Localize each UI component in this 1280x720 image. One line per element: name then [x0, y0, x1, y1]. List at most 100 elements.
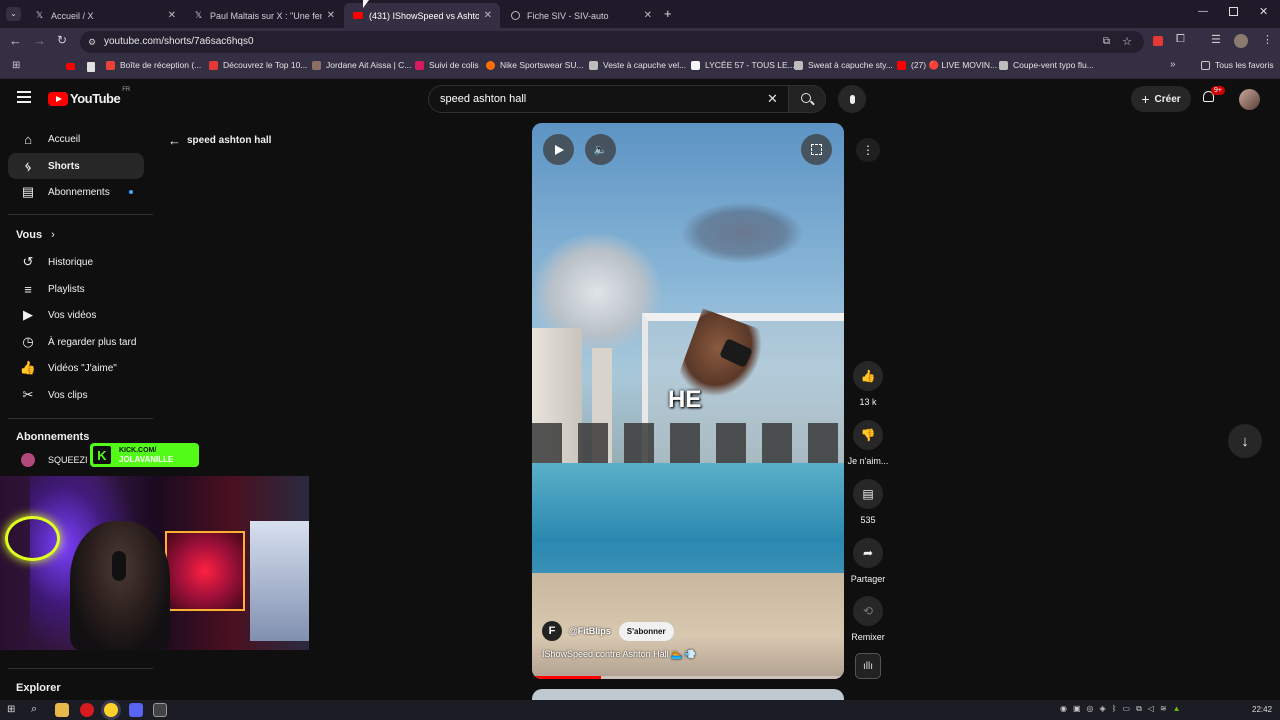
wifi-icon: ≋ — [1159, 704, 1167, 713]
sidebar-item-your-videos[interactable]: ▶ Vos vidéos — [8, 302, 144, 328]
bookmark-item[interactable]: Découvrez le Top 10... — [209, 60, 307, 70]
close-icon[interactable]: ✕ — [168, 10, 176, 21]
profile-avatar[interactable] — [1234, 34, 1248, 48]
bookmark-item[interactable]: (27) 🔴 LIVE MOVIN... — [897, 60, 997, 71]
install-app-icon[interactable]: ⧉ — [1103, 31, 1110, 53]
streamer-silhouette — [70, 521, 170, 650]
bookmark-item[interactable]: Jordane Ait Aissa | C... — [312, 60, 411, 70]
search-icon[interactable]: ⌕ — [31, 703, 37, 716]
bookmark-item[interactable]: Boîte de réception (... — [106, 60, 201, 70]
like-button[interactable]: 👍 13 k — [838, 361, 898, 407]
sidebar-item-clips[interactable]: ✂ Vos clips — [8, 382, 144, 408]
remix-button[interactable]: ⟲ Remixer — [838, 596, 898, 642]
close-icon[interactable]: ✕ — [327, 10, 335, 21]
bookmark-item[interactable]: Suivi de colis — [415, 60, 479, 70]
close-icon[interactable]: ✕ — [644, 10, 652, 21]
fullscreen-button[interactable] — [801, 134, 832, 165]
your-videos-icon: ▶ — [23, 307, 33, 322]
bookmark-youtube-icon[interactable] — [66, 63, 75, 70]
tab-search-button[interactable]: ⌄ — [6, 7, 21, 21]
minimize-window-button[interactable]: — — [1198, 6, 1208, 17]
bookmark-star-icon[interactable]: ☆ — [1122, 31, 1132, 53]
sidebar-divider — [8, 418, 153, 419]
play-button[interactable] — [543, 134, 574, 165]
comments-button[interactable]: ▤ 535 — [838, 479, 898, 525]
chrome-icon[interactable] — [104, 703, 118, 717]
voice-search-button[interactable] — [838, 85, 866, 113]
extensions-puzzle-icon[interactable]: ⧠ — [1176, 33, 1185, 46]
playlists-icon: ≡ — [24, 281, 32, 297]
bookmark-item[interactable]: Sweat à capuche sty... — [794, 60, 893, 70]
all-bookmarks[interactable]: Tous les favoris — [1201, 60, 1274, 70]
sidebar-item-liked-videos[interactable]: 👍 Vidéos "J'aime" — [8, 355, 144, 381]
next-short-button[interactable]: ↓ — [1228, 424, 1262, 458]
sidebar-item-playlists[interactable]: ≡ Playlists — [8, 276, 144, 302]
file-explorer-icon[interactable] — [55, 703, 69, 717]
browser-tab-siv[interactable]: Fiche SIV - SIV-auto ✕ — [502, 3, 660, 28]
sound-thumbnail[interactable]: ıllı — [855, 653, 881, 679]
create-button[interactable]: + Créer — [1131, 86, 1191, 112]
search-button[interactable] — [788, 85, 826, 113]
close-icon[interactable]: ✕ — [484, 10, 492, 21]
sidebar-item-watch-later[interactable]: ◷ À regarder plus tard — [8, 329, 144, 355]
app-icon[interactable] — [153, 703, 167, 717]
clock[interactable]: 22:42 — [1252, 705, 1272, 714]
browser-tab-paul-maltais[interactable]: 𝕏 Paul Maltais sur X : "Une femme ✕ — [185, 3, 343, 28]
subscribe-button[interactable]: S'abonner — [618, 621, 674, 641]
clear-search-icon[interactable]: ✕ — [767, 86, 778, 112]
site-icon — [312, 60, 321, 70]
apps-grid-icon[interactable]: ⊞ — [12, 60, 20, 71]
kick-overlay-badge: K KICK.COM/ JOLAVANILLE — [90, 443, 199, 467]
site-icon — [794, 60, 803, 70]
monitor — [250, 521, 309, 641]
bookmark-item[interactable]: Veste à capuche vel... — [589, 60, 686, 70]
new-tab-button[interactable]: + — [664, 6, 672, 21]
share-button[interactable]: ➦ Partager — [838, 538, 898, 584]
nvidia-icon: ▲ — [1172, 704, 1181, 713]
sidebar-item-shorts[interactable]: ᛃ Shorts — [8, 153, 144, 179]
windows-start-icon[interactable]: ⊞ — [7, 704, 15, 715]
url-field[interactable]: ⚙ youtube.com/shorts/7a6sac6hqs0 ⧉ ☆ — [80, 31, 1144, 53]
system-tray[interactable]: ◉ ▣ ◎ ◈ ᛒ ▭ ⧉ ◁ ≋ ▲ — [1060, 704, 1181, 714]
sidebar-divider — [8, 668, 153, 669]
channel-avatar[interactable]: F — [542, 621, 562, 641]
notifications-button[interactable]: 9+ — [1203, 86, 1225, 105]
forward-arrow-icon[interactable]: → — [33, 33, 46, 48]
bookmark-docs-icon[interactable] — [87, 62, 95, 72]
sidebar-item-history[interactable]: ↺ Historique — [8, 249, 144, 275]
search-input[interactable]: speed ashton hall ✕ — [428, 85, 790, 113]
avatar[interactable] — [1239, 89, 1260, 110]
sidebar-item-subscriptions[interactable]: ▤ Abonnements — [8, 179, 144, 205]
site-info-icon[interactable]: ⚙ — [88, 31, 96, 53]
reading-list-icon[interactable]: ☰ — [1211, 33, 1221, 46]
bookmark-item[interactable]: LYCÉE 57 - TOUS LE... — [691, 60, 795, 70]
browser-menu-icon[interactable]: ⋮ — [1262, 33, 1273, 46]
bookmark-item[interactable]: Coupe-vent typo flu... — [999, 60, 1094, 70]
sidebar-you-heading[interactable]: Vous › — [16, 229, 55, 241]
discord-icon[interactable] — [129, 703, 143, 717]
short-title[interactable]: IShowSpeed contre Ashton Hall 🏊 💨 — [542, 649, 696, 660]
back-to-search-link[interactable]: ← speed ashton hall — [168, 133, 271, 148]
bluetooth-icon: ᛒ — [1111, 704, 1117, 713]
more-options-button[interactable]: ⋮ — [856, 138, 880, 162]
channel-name[interactable]: @FitBlips — [569, 626, 611, 636]
close-window-button[interactable]: ✕ — [1259, 5, 1268, 18]
browser-toolbar: ← → ↻ ⚙ youtube.com/shorts/7a6sac6hqs0 ⧉… — [0, 28, 1280, 55]
opera-icon[interactable] — [80, 703, 94, 717]
windows-taskbar: ⊞ ⌕ ◉ ▣ ◎ ◈ ᛒ ▭ ⧉ ◁ ≋ ▲ 22:42 — [0, 700, 1280, 720]
back-arrow-icon[interactable]: ← — [9, 33, 22, 48]
extension-red-icon[interactable] — [1153, 36, 1163, 46]
guide-menu-icon[interactable] — [17, 91, 31, 103]
reload-icon[interactable]: ↻ — [57, 33, 67, 47]
next-short-preview[interactable] — [532, 689, 844, 700]
browser-tab-home-x[interactable]: 𝕏 Accueil / X ✕ — [26, 3, 184, 28]
volume-button[interactable]: 🔈 — [585, 134, 616, 165]
more-bookmarks-icon[interactable]: » — [1170, 59, 1176, 70]
shorts-video-player[interactable]: HE 🔈 F @FitBlips S'abonner IShowSpeed co… — [532, 123, 844, 679]
sidebar-item-home[interactable]: ⌂ Accueil — [8, 126, 144, 152]
progress-track[interactable] — [532, 676, 844, 679]
restore-window-button[interactable] — [1229, 7, 1238, 16]
dislike-button[interactable]: 👎 Je n'aim... — [838, 420, 898, 466]
bookmark-item[interactable]: Nike Sportswear SU... — [486, 60, 584, 70]
youtube-logo[interactable]: YouTube FR — [48, 87, 130, 106]
